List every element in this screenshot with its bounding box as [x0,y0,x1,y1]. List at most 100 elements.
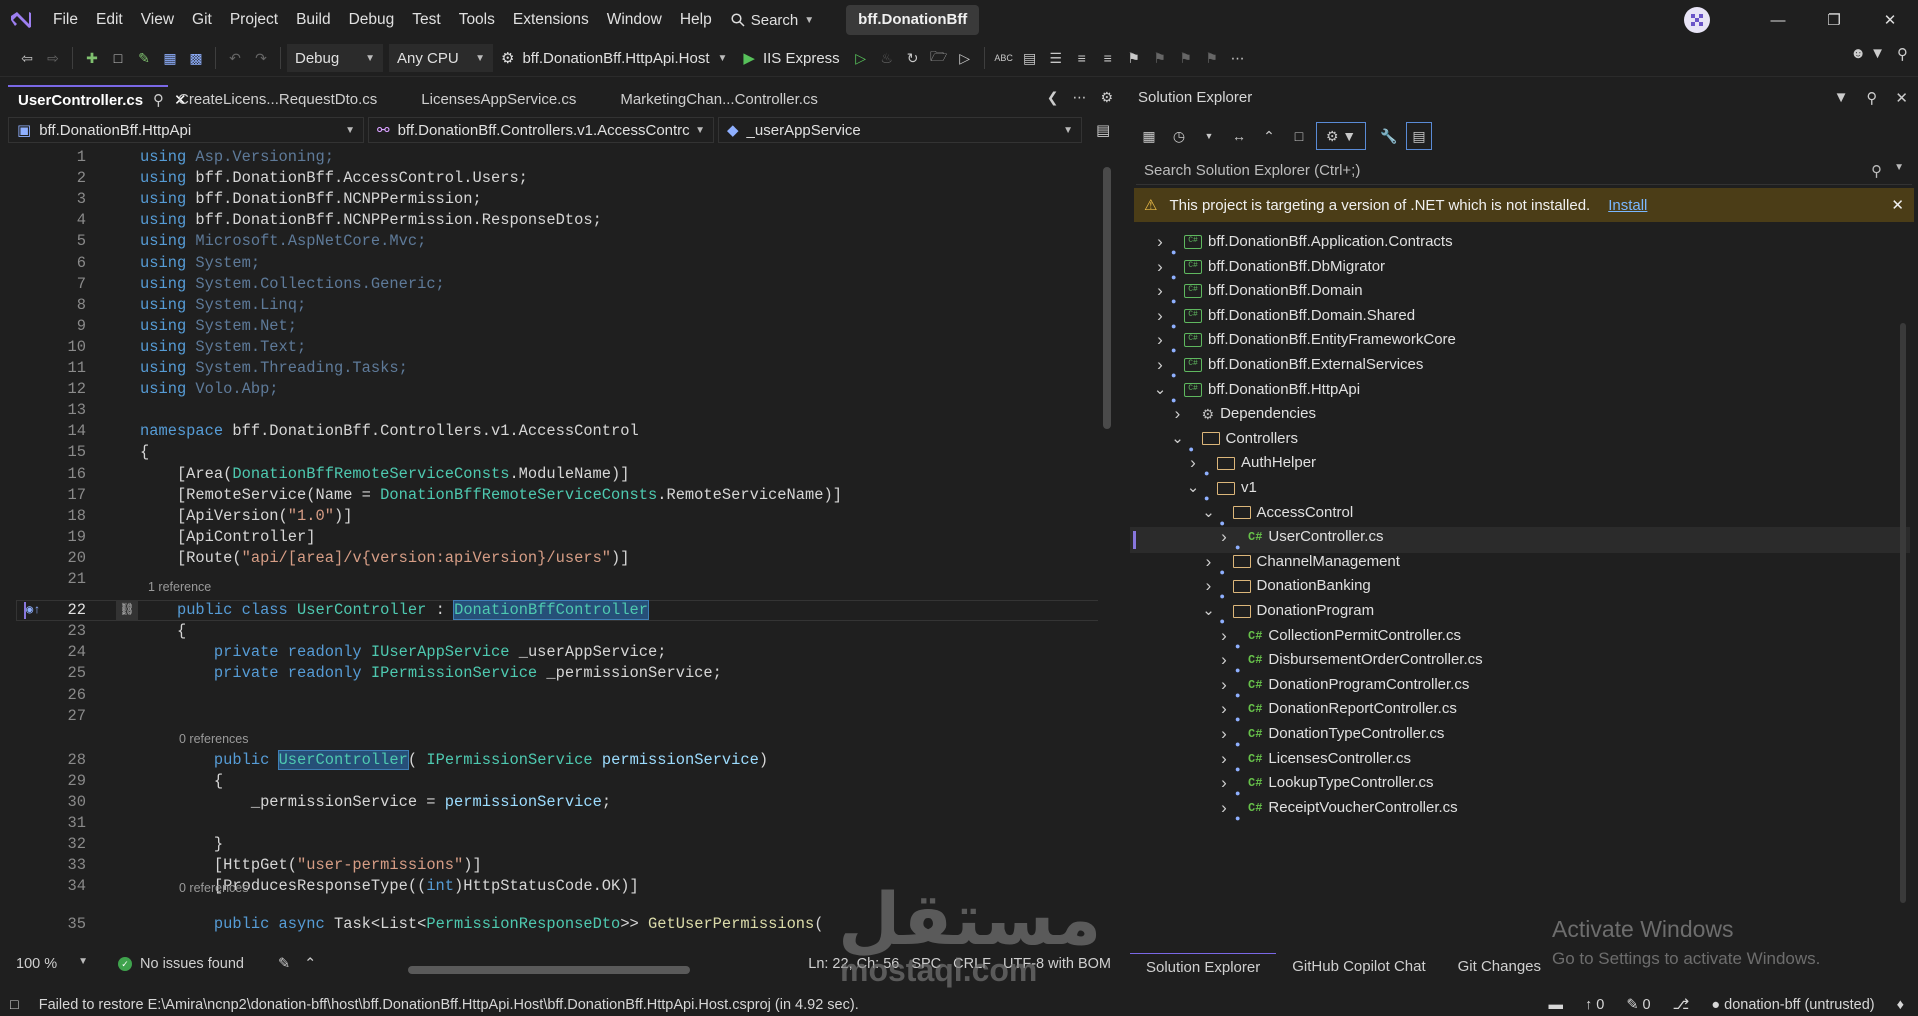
show-all-files-icon[interactable]: □ [1286,122,1312,150]
sync-active-document-icon[interactable]: ↔ [1226,122,1252,150]
chevron-down-icon[interactable]: ⌄ [1201,596,1217,626]
menu-item-edit[interactable]: Edit [87,5,132,35]
solution-name-badge[interactable]: bff.DonationBff [846,5,980,35]
save-all-icon[interactable]: ▩ [183,44,209,72]
horizontal-scrollbar-thumb[interactable] [408,966,690,974]
type-dropdown[interactable]: ⚯ bff.DonationBff.Controllers.v1.AccessCo… [368,117,714,143]
close-icon[interactable]: ✕ [1891,196,1904,214]
document-tab[interactable]: UserController.cs ⚲ ✕ [8,85,187,115]
vertical-scrollbar[interactable] [1101,145,1113,945]
chevron-down-icon[interactable]: ⌄ [1152,375,1168,405]
menu-item-project[interactable]: Project [221,5,287,35]
chevron-up-icon[interactable]: ⌃ [304,956,316,972]
startup-project-dropdown[interactable]: ⚙ bff.DonationBff.HttpApi.Host ▼ [493,44,735,72]
menu-item-git[interactable]: Git [183,5,221,35]
notifications-bell-icon[interactable]: ♦ [1897,997,1904,1013]
hot-reload-icon[interactable]: ♨ [874,44,900,72]
spell-check-icon[interactable]: ABC [991,44,1017,72]
filter-icon[interactable]: ⚙ ▼ [1316,122,1366,150]
menu-item-file[interactable]: File [44,5,87,35]
solution-explorer-scrollbar[interactable] [1900,323,1906,903]
redo-icon[interactable]: ↷ [248,44,274,72]
menu-item-tools[interactable]: Tools [450,5,504,35]
indent-icon[interactable]: ≡ [1069,44,1095,72]
notification-icon[interactable]: ▬ [1548,997,1563,1013]
menu-item-build[interactable]: Build [287,5,339,35]
member-dropdown[interactable]: ◆ _userAppService ▼ [718,117,1082,143]
clear-bookmarks-icon[interactable]: ⚑ [1199,44,1225,72]
split-editor-icon[interactable]: ▤ [1086,121,1110,139]
run-button[interactable]: ▶ IIS Express [735,44,847,72]
pending-changes-icon[interactable]: ◷ [1166,122,1192,150]
profile-avatar[interactable] [1684,7,1710,33]
menu-item-window[interactable]: Window [598,5,671,35]
chevron-down-icon[interactable]: ⌄ [1185,473,1201,503]
live-share-icon[interactable]: ▷ [952,44,978,72]
window-position-icon[interactable]: ▼ [1834,89,1849,107]
feedback-icon[interactable]: ⚲ [1897,45,1908,63]
preview-selected-icon[interactable]: ▤ [1406,122,1432,150]
copilot-icon[interactable]: ☻ ▼ [1850,45,1885,63]
git-changes-indicator[interactable]: ✎ 0 [1626,997,1650,1013]
install-link[interactable]: Install [1608,197,1647,214]
configuration-dropdown[interactable]: Debug ▼ [287,44,383,72]
output-icon[interactable]: □ [10,997,19,1013]
menu-item-view[interactable]: View [132,5,183,35]
issues-indicator[interactable]: ✓ No issues found [118,956,244,972]
chevron-right-icon[interactable]: › [1216,793,1232,823]
document-tab[interactable]: CreateLicens...RequestDto.cs [168,85,387,115]
pin-icon[interactable]: ⚲ [153,87,164,115]
code-text-area[interactable]: 1 using Asp.Versioning; 2 using bff.Donatio… [8,145,1098,945]
browse-folder-icon[interactable]: 🗁 [926,44,952,72]
close-icon[interactable]: ✕ [1895,89,1908,107]
restore-button[interactable]: ❐ [1806,0,1862,40]
solution-explorer-search[interactable]: Search Solution Explorer (Ctrl+;) ⚲ ▼ [1136,157,1912,185]
next-bookmark-icon[interactable]: ⚑ [1173,44,1199,72]
chevron-down-icon[interactable]: ▼ [1894,162,1904,180]
restart-icon[interactable]: ↻ [900,44,926,72]
tool-tab[interactable]: Solution Explorer [1130,953,1277,981]
menu-item-extensions[interactable]: Extensions [504,5,598,35]
close-window-button[interactable]: ✕ [1862,0,1918,40]
tab-overflow-icon[interactable]: ⋯ [1072,89,1086,106]
navigate-forward-icon[interactable]: ⇨ [40,44,66,72]
cleanup-brush-icon[interactable]: ✎ [278,956,290,972]
repo-indicator[interactable]: ● donation-bff (untrusted) [1711,997,1874,1013]
save-icon[interactable]: ▦ [157,44,183,72]
codelens-references[interactable]: 0 references [179,731,248,747]
tool-tab[interactable]: GitHub Copilot Chat [1276,953,1441,981]
navigate-back-icon[interactable]: ⇦ [14,44,40,72]
implementation-glyph-icon[interactable]: ◉↑ [26,600,40,621]
open-file-icon[interactable]: ✎ [131,44,157,72]
zoom-dropdown[interactable]: 100 % ▼ [8,956,96,972]
collapse-all-icon[interactable]: ⌃ [1256,122,1282,150]
document-tab[interactable]: MarketingChan...Controller.cs [610,85,828,115]
document-tab[interactable]: LicensesAppService.cs [411,85,586,115]
tool-tab[interactable]: Git Changes [1442,953,1557,981]
codelens-references[interactable]: 0 references [179,880,248,896]
git-push-indicator[interactable]: ↑ 0 [1585,997,1604,1013]
minimize-button[interactable]: — [1750,0,1806,40]
chevron-down-icon[interactable]: ▼ [1196,122,1222,150]
quick-actions-icon[interactable]: ⛓ [116,600,138,622]
project-dropdown[interactable]: ▣ bff.DonationBff.HttpApi ▼ [8,117,364,143]
outdent-icon[interactable]: ≡ [1095,44,1121,72]
new-file-icon[interactable]: □ [105,44,131,72]
chevron-down-icon[interactable]: ⌄ [1201,498,1217,528]
platform-dropdown[interactable]: Any CPU ▼ [389,44,493,72]
menu-item-test[interactable]: Test [403,5,449,35]
scroll-tabs-left-icon[interactable]: ❮ [1047,89,1059,106]
bookmark-icon[interactable]: ⚑ [1121,44,1147,72]
branch-icon[interactable]: ⎇ [1673,997,1690,1013]
start-without-debugging-icon[interactable]: ▷ [848,44,874,72]
menu-item-help[interactable]: Help [671,5,721,35]
prev-bookmark-icon[interactable]: ⚑ [1147,44,1173,72]
codelens-references[interactable]: 1 reference [148,579,211,595]
comment-icon[interactable]: ▤ [1017,44,1043,72]
format-icon[interactable]: ☰ [1043,44,1069,72]
gear-icon[interactable]: ⚙ [1100,89,1113,106]
switch-views-icon[interactable]: ▦ [1136,122,1162,150]
search-box[interactable]: Search ▼ [721,5,824,35]
scrollbar-thumb[interactable] [1103,167,1111,429]
pin-icon[interactable]: ⚲ [1866,89,1877,107]
